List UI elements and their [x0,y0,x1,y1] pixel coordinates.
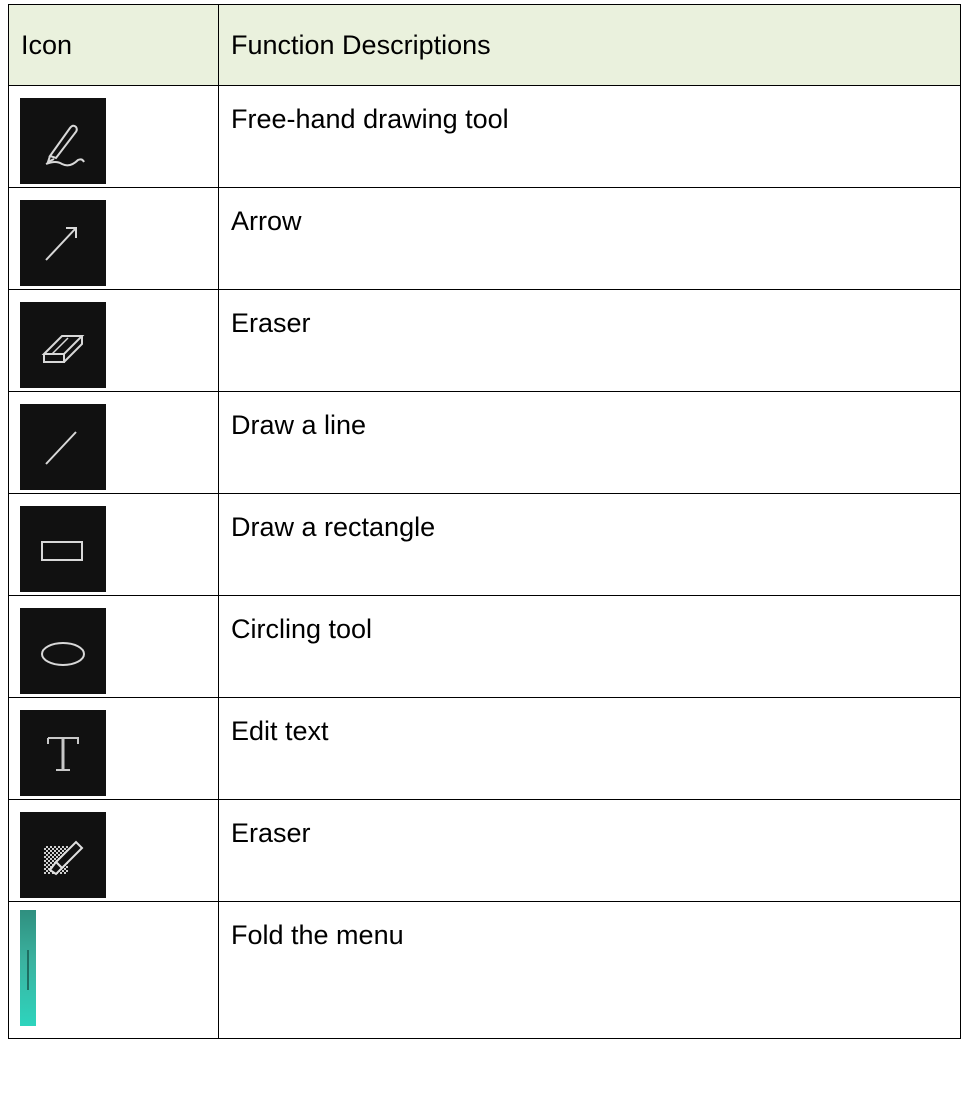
table-row: Eraser [8,799,961,902]
icon-cell [8,697,219,800]
icon-cell [8,187,219,290]
icon-cell [8,595,219,698]
table-row: Fold the menu [8,901,961,1039]
description-cell: Draw a rectangle [218,493,961,596]
table-row: Eraser [8,289,961,392]
table-row: Edit text [8,697,961,800]
header-icon: Icon [8,4,219,86]
description-cell: Eraser [218,289,961,392]
eraser-icon [20,302,106,388]
text-icon [20,710,106,796]
ellipse-icon [20,608,106,694]
description-cell: Edit text [218,697,961,800]
table-row: Draw a line [8,391,961,494]
icon-cell [8,493,219,596]
description-cell: Fold the menu [218,901,961,1039]
rectangle-icon [20,506,106,592]
fold-menu-bar-icon [20,910,36,1026]
description-cell: Free-hand drawing tool [218,85,961,188]
table-row: Arrow [8,187,961,290]
clear-eraser-icon [20,812,106,898]
icon-cell [8,391,219,494]
function-table: Icon Function Descriptions Free-hand dra… [8,4,961,1039]
table-row: Circling tool [8,595,961,698]
icon-cell [8,901,219,1039]
description-cell: Circling tool [218,595,961,698]
icon-cell [8,85,219,188]
description-cell: Draw a line [218,391,961,494]
arrow-icon [20,200,106,286]
table-header-row: Icon Function Descriptions [8,4,961,86]
description-cell: Eraser [218,799,961,902]
icon-cell [8,799,219,902]
description-cell: Arrow [218,187,961,290]
table-row: Draw a rectangle [8,493,961,596]
header-function-descriptions: Function Descriptions [218,4,961,86]
grip-line [27,950,29,990]
freehand-pen-icon [20,98,106,184]
icon-cell [8,289,219,392]
table-row: Free-hand drawing tool [8,85,961,188]
line-icon [20,404,106,490]
